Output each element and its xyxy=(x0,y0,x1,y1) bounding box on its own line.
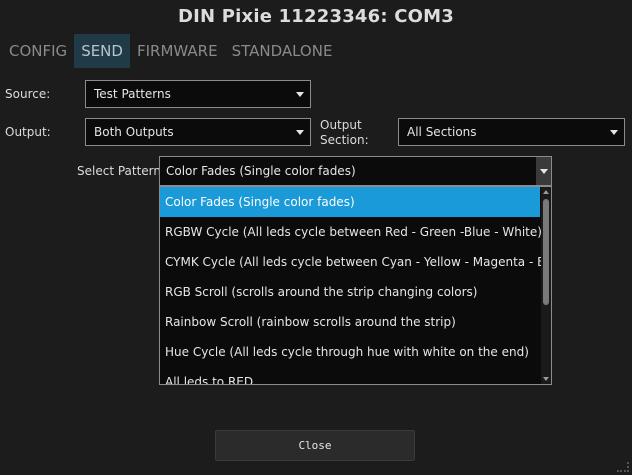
output-label: Output: xyxy=(5,125,51,139)
chevron-down-icon xyxy=(296,130,304,135)
pattern-option[interactable]: RGBW Cycle (All leds cycle between Red -… xyxy=(160,217,551,247)
output-section-select-value: All Sections xyxy=(407,125,477,139)
pattern-select-value: Color Fades (Single color fades) xyxy=(166,164,356,178)
resize-grip-icon[interactable] xyxy=(617,462,629,472)
chevron-down-icon xyxy=(296,92,304,97)
output-section-label-line1: Output xyxy=(320,118,362,132)
output-section-label-line2: Section: xyxy=(320,133,369,147)
source-label: Source: xyxy=(5,87,51,101)
dropdown-scrollbar[interactable] xyxy=(541,187,551,384)
chevron-down-icon xyxy=(610,130,618,135)
pattern-select[interactable]: Color Fades (Single color fades) xyxy=(159,156,552,186)
window-title: DIN Pixie 11223346: COM3 xyxy=(178,6,454,27)
output-select-value: Both Outputs xyxy=(94,125,174,139)
tab-firmware[interactable]: FIRMWARE xyxy=(130,34,225,68)
pattern-label: Select Pattern: xyxy=(77,164,166,178)
output-section-select[interactable]: All Sections xyxy=(398,118,625,146)
chevron-down-icon xyxy=(540,169,548,174)
output-select[interactable]: Both Outputs xyxy=(85,118,311,146)
pattern-option[interactable]: All leds to RED xyxy=(160,367,551,384)
source-select[interactable]: Test Patterns xyxy=(85,80,311,108)
pattern-dropdown-list: Color Fades (Single color fades) RGBW Cy… xyxy=(159,186,552,385)
scroll-down-icon[interactable] xyxy=(543,377,549,381)
pattern-option[interactable]: Hue Cycle (All leds cycle through hue wi… xyxy=(160,337,551,367)
pattern-option[interactable]: Color Fades (Single color fades) xyxy=(160,187,540,217)
close-button[interactable]: Close xyxy=(215,430,415,461)
tab-bar: CONFIG SEND FIRMWARE STANDALONE xyxy=(2,34,339,68)
tab-send[interactable]: SEND xyxy=(74,34,130,68)
scrollbar-thumb[interactable] xyxy=(543,199,549,305)
pattern-option[interactable]: RGB Scroll (scrolls around the strip cha… xyxy=(160,277,551,307)
source-select-value: Test Patterns xyxy=(94,87,171,101)
pattern-option[interactable]: Rainbow Scroll (rainbow scrolls around t… xyxy=(160,307,551,337)
pattern-option[interactable]: CYMK Cycle (All leds cycle between Cyan … xyxy=(160,247,551,277)
tab-standalone[interactable]: STANDALONE xyxy=(225,34,340,68)
scroll-up-icon[interactable] xyxy=(543,190,549,194)
dropdown-button[interactable] xyxy=(536,157,551,185)
tab-config[interactable]: CONFIG xyxy=(2,34,74,68)
